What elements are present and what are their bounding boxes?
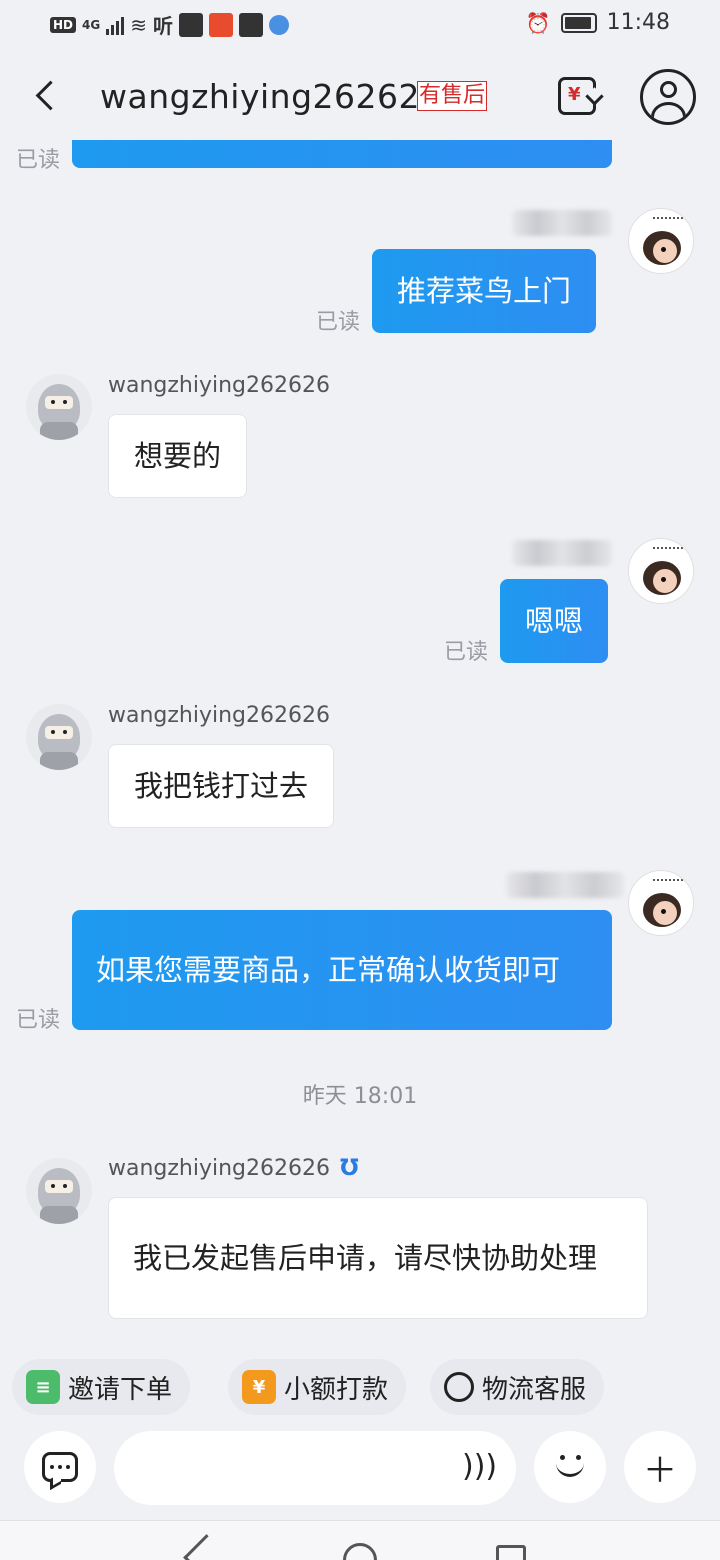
chat-area[interactable]: 已读 已读 推荐菜鸟上门 wangzhiying262626 想要的 已读 嗯嗯… [0, 0, 720, 1345]
message-bubble-sent[interactable]: 推荐菜鸟上门 [372, 249, 597, 333]
add-button[interactable]: ＋ [624, 1431, 696, 1503]
quick-actions-bar: ≡ 邀请下单 ¥ 小额打款 物流客服 [0, 1355, 720, 1415]
system-home-icon[interactable] [343, 1543, 377, 1560]
sender-name: wangzhiying262626 Ʊ [108, 1156, 359, 1181]
system-navigation [0, 1520, 720, 1560]
my-avatar[interactable] [628, 208, 694, 274]
chat-header: wangzhiying262626 有售后 ¥ [0, 55, 720, 140]
input-bar: ))) ＋ [0, 1425, 720, 1515]
chat-bubble-icon [42, 1452, 78, 1482]
invite-order-icon: ≡ [26, 1370, 60, 1404]
invite-order-button[interactable]: ≡ 邀请下单 [12, 1359, 191, 1415]
profile-icon[interactable] [640, 69, 696, 125]
system-recents-icon[interactable] [496, 1545, 526, 1560]
sender-name: wangzhiying262626 [108, 373, 331, 398]
quick-reply-button[interactable] [24, 1431, 96, 1503]
message-bubble-received[interactable]: 我把钱打过去 [108, 744, 335, 828]
message-timestamp: 昨天 18:01 [302, 1084, 418, 1109]
message-bubble-received[interactable]: 想要的 [108, 414, 248, 498]
small-payment-icon: ¥ [242, 1370, 276, 1404]
sender-name-blurred [512, 210, 612, 236]
logistics-service-icon [444, 1372, 474, 1402]
sender-name: wangzhiying262626 [108, 703, 331, 728]
read-status: 已读 [444, 640, 489, 665]
after-sales-tag[interactable]: 有售后 [417, 81, 488, 111]
read-status: 已读 [16, 148, 61, 173]
logistics-service-button[interactable]: 物流客服 [430, 1359, 605, 1415]
message-bubble-sent[interactable]: 嗯嗯 [500, 579, 609, 663]
chat-title: wangzhiying262626 [100, 77, 442, 116]
my-avatar[interactable] [628, 538, 694, 604]
emoji-button[interactable] [534, 1431, 606, 1503]
seller-avatar[interactable] [26, 704, 92, 770]
my-avatar[interactable] [628, 870, 694, 936]
message-bubble-received[interactable]: 我已发起售后申请，请尽快协助处理 [108, 1197, 648, 1319]
sender-name-blurred [512, 540, 612, 566]
small-payment-button[interactable]: ¥ 小额打款 [228, 1359, 407, 1415]
read-status: 已读 [316, 310, 361, 335]
sender-name-blurred [506, 872, 624, 898]
plus-icon: ＋ [643, 1450, 677, 1491]
refund-icon[interactable]: ¥ [558, 77, 596, 115]
message-bubble-sent[interactable]: 如果您需要商品，正常确认收货即可 [72, 910, 612, 1030]
smile-icon [550, 1447, 590, 1487]
back-button[interactable] [28, 73, 68, 119]
message-input[interactable] [114, 1431, 516, 1505]
verified-badge-icon: Ʊ [340, 1156, 359, 1181]
read-status: 已读 [16, 1008, 61, 1033]
seller-avatar[interactable] [26, 1158, 92, 1224]
seller-avatar[interactable] [26, 374, 92, 440]
voice-icon[interactable]: ))) [462, 1449, 497, 1484]
